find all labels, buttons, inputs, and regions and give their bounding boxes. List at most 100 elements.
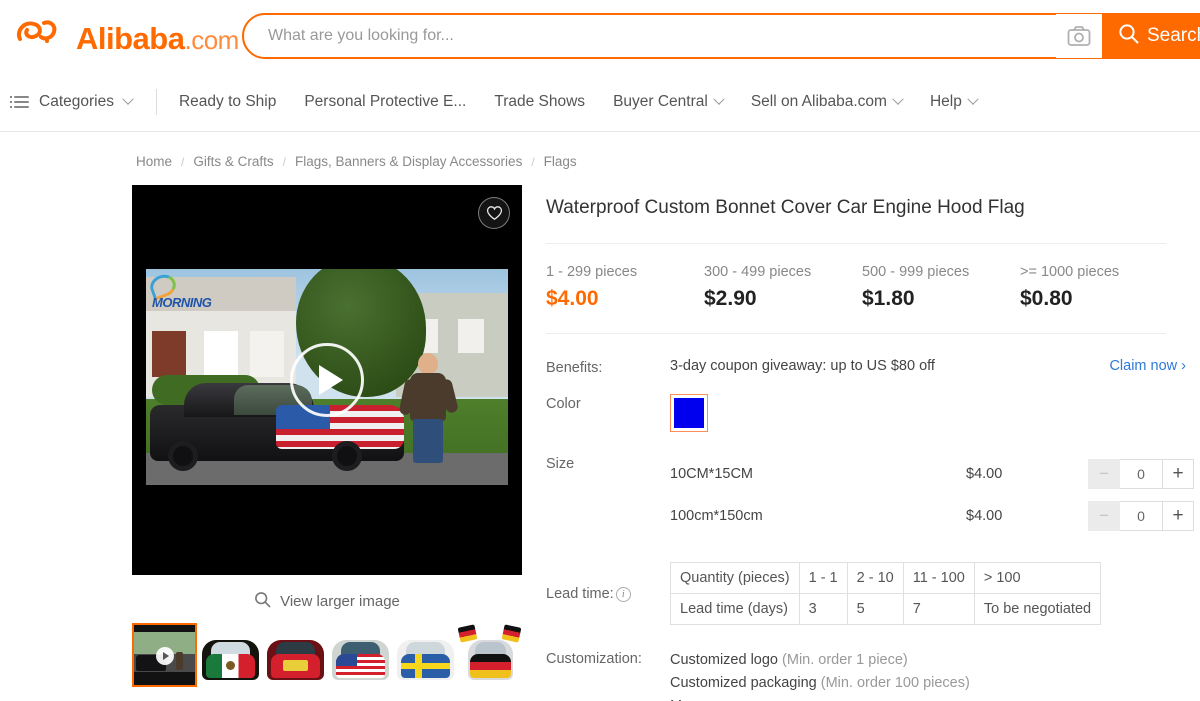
- breadcrumb-item-flags[interactable]: Flags: [544, 154, 577, 169]
- thumbnail-image: [458, 624, 521, 686]
- lead-time-cell: 11 - 100: [902, 561, 975, 594]
- nav-item-personal-protective-equipment[interactable]: Personal Protective E...: [304, 93, 466, 111]
- scene-car: [150, 379, 404, 471]
- play-triangle: [318, 365, 343, 395]
- price-tier-value: $2.90: [704, 286, 757, 310]
- quantity-value[interactable]: 0: [1120, 500, 1162, 531]
- claim-now-link[interactable]: Claim now ›: [1109, 358, 1200, 374]
- thumbnail-usa-flag-hood[interactable]: [327, 623, 392, 687]
- quantity-value[interactable]: 0: [1120, 458, 1162, 489]
- product-video-stage[interactable]: MORNING: [132, 185, 522, 575]
- benefits-label: Benefits:: [546, 359, 603, 376]
- customization-label: Customization:: [546, 650, 642, 667]
- lead-time-cell: 2 - 10: [846, 561, 904, 594]
- lead-time-row-header: Lead time (days): [670, 592, 800, 625]
- red-flag: [271, 654, 320, 678]
- nav-item-trade-shows[interactable]: Trade Shows: [494, 93, 585, 111]
- price-tier-value: $0.80: [1020, 286, 1073, 310]
- scene-person: [398, 353, 459, 463]
- camera-icon[interactable]: [1056, 14, 1102, 58]
- play-icon: [155, 647, 174, 666]
- quantity-decrease-button[interactable]: −: [1088, 458, 1120, 489]
- table-row: Lead time (days) 3 5 7 To be negotiated: [670, 592, 1102, 625]
- price-tier-range: >= 1000 pieces: [1020, 263, 1120, 280]
- thumbnail-red-flag-hood[interactable]: [262, 623, 327, 687]
- product-main: MORNING View larger image Waterproof Cus…: [0, 169, 1200, 701]
- color-swatch-blue[interactable]: [670, 393, 708, 432]
- alibaba-logo[interactable]: Alibaba .com: [14, 15, 242, 57]
- lead-time-label-wrap: Lead time: i: [546, 562, 670, 625]
- car-wheel: [332, 441, 362, 471]
- categories-menu[interactable]: Categories: [10, 92, 134, 111]
- price-tier[interactable]: 300 - 499 pieces $2.90: [704, 264, 862, 311]
- thumbnail-video[interactable]: [132, 623, 197, 687]
- thumbnail-image: [263, 624, 326, 686]
- lead-time-row: Lead time: i Quantity (pieces) 1 - 1 2 -…: [546, 561, 1200, 625]
- price-tier[interactable]: 1 - 299 pieces $4.00: [546, 264, 704, 311]
- nav-item-ready-to-ship[interactable]: Ready to Ship: [179, 93, 276, 111]
- view-larger-label: View larger image: [280, 592, 400, 610]
- mexico-flag: [206, 654, 255, 678]
- chevron-down-icon: [967, 93, 979, 105]
- search-icon: [254, 591, 271, 612]
- breadcrumb-item-home[interactable]: Home: [136, 154, 172, 169]
- quantity-stepper: − 0 +: [1088, 500, 1194, 531]
- size-option: 10CM*15CM $4.00 − 0 +: [670, 454, 1200, 494]
- customization-row: Customization: Customized logo (Min. ord…: [546, 649, 1200, 701]
- size-label: Size: [546, 455, 575, 472]
- info-icon[interactable]: i: [615, 586, 631, 602]
- lead-time-cell: > 100: [973, 561, 1102, 594]
- search-icon: [1118, 23, 1139, 50]
- lead-time-row-header: Quantity (pieces): [670, 561, 800, 594]
- quantity-decrease-button[interactable]: −: [1088, 500, 1120, 531]
- price-tier-range: 300 - 499 pieces: [704, 263, 812, 280]
- nav-item-help[interactable]: Help: [930, 93, 979, 111]
- color-label: Color: [546, 395, 581, 412]
- size-option-name: 100cm*150cm: [670, 507, 763, 524]
- quantity-stepper: − 0 +: [1088, 458, 1194, 489]
- breadcrumb-item-flags-banners[interactable]: Flags, Banners & Display Accessories: [295, 154, 522, 169]
- site-header: Alibaba .com NEW Search: [0, 0, 1200, 72]
- lead-time-table: Quantity (pieces) 1 - 1 2 - 10 11 - 100 …: [670, 561, 1102, 625]
- color-row: Color: [546, 393, 1200, 432]
- size-option: 100cm*150cm $4.00 − 0 +: [670, 496, 1200, 536]
- thumbnail-video-image: [134, 625, 195, 685]
- search-button[interactable]: Search: [1104, 13, 1200, 59]
- breadcrumb-separator: /: [282, 154, 286, 169]
- title-divider: [546, 242, 1166, 244]
- hamburger-icon: [10, 95, 29, 108]
- chevron-right-icon: ›: [1181, 357, 1186, 374]
- price-tier-value: $4.00: [546, 286, 599, 310]
- view-larger-image-button[interactable]: View larger image: [132, 581, 522, 621]
- thumbnail-sweden-flag-hood[interactable]: [392, 623, 457, 687]
- search-box: [242, 13, 1104, 59]
- breadcrumb-item-gifts-crafts[interactable]: Gifts & Crafts: [193, 154, 273, 169]
- customization-option-name: Customized packaging: [670, 675, 817, 692]
- thumbnail-image: [198, 624, 261, 686]
- categories-label: Categories: [39, 92, 114, 110]
- price-tier-range: 500 - 999 pieces: [862, 263, 970, 280]
- size-option-price: $4.00: [966, 465, 1003, 482]
- product-gallery: MORNING View larger image: [132, 185, 522, 701]
- thumbnail-image: [393, 624, 456, 686]
- thumbnail-person: [176, 652, 183, 670]
- search-input[interactable]: [266, 26, 1056, 46]
- quantity-increase-button[interactable]: +: [1162, 458, 1194, 489]
- nav-item-buyer-central[interactable]: Buyer Central: [613, 93, 725, 111]
- price-tier[interactable]: >= 1000 pieces $0.80: [1020, 264, 1178, 311]
- thumbnail-mexico-flag-hood[interactable]: [197, 623, 262, 687]
- nav-item-sell-on-alibaba[interactable]: Sell on Alibaba.com: [751, 93, 904, 111]
- thumbnail-germany-flag-hood[interactable]: [457, 623, 522, 687]
- thumbnail-image: [328, 624, 391, 686]
- price-tier[interactable]: 500 - 999 pieces $1.80: [862, 264, 1020, 311]
- breadcrumb-separator: /: [531, 154, 535, 169]
- chevron-down-icon: [122, 93, 134, 105]
- heart-icon[interactable]: [478, 197, 510, 229]
- nav-item-label: Personal Protective E...: [304, 92, 467, 110]
- customization-option: Customized packaging (Min. order 100 pie…: [670, 672, 970, 695]
- quantity-increase-button[interactable]: +: [1162, 500, 1194, 531]
- customization-more-button[interactable]: More: [670, 698, 718, 701]
- search-area: NEW Search: [242, 13, 1200, 59]
- customization-option: Customized logo (Min. order 1 piece): [670, 649, 970, 672]
- play-icon[interactable]: [290, 343, 364, 417]
